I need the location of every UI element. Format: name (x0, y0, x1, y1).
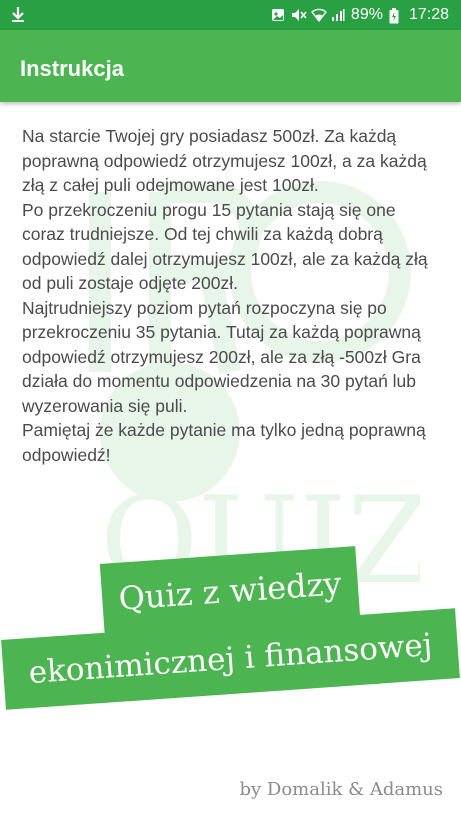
signal-icon (331, 8, 345, 22)
instruction-paragraph: Po przekroczeniu progu 15 pytania stają … (22, 199, 428, 294)
image-icon (271, 8, 285, 22)
page-title: Instrukcja (20, 56, 124, 81)
credits: by Domalik & Adamus (239, 779, 443, 800)
status-icons: 89% 17:28 (271, 5, 449, 25)
status-bar: 89% 17:28 (0, 0, 461, 30)
instruction-paragraph: Najtrudniejszy poziom pytań rozpoczyna s… (22, 297, 421, 416)
wifi-icon (310, 8, 327, 23)
banner-line-2: ekonimicznej i finansowej (1, 608, 460, 710)
instruction-paragraph: Pamiętaj że każde pytanie ma tylko jedną… (22, 420, 426, 465)
instruction-paragraph: Na starcie Twojej gry posiadasz 500zł. Z… (22, 126, 427, 195)
banner-line-2-text: ekonimicznej i finansowej (27, 626, 434, 692)
instructions-content: QUIZ Na starcie Twojej gry posiadasz 500… (0, 102, 461, 820)
clock: 17:28 (408, 6, 449, 23)
battery-percent: 89% (350, 6, 383, 23)
mute-icon (291, 8, 307, 22)
instructions-text: Na starcie Twojej gry posiadasz 500zł. Z… (22, 124, 442, 467)
download-icon (10, 6, 30, 24)
app-bar: Instrukcja (0, 30, 461, 102)
battery-icon (389, 8, 403, 24)
